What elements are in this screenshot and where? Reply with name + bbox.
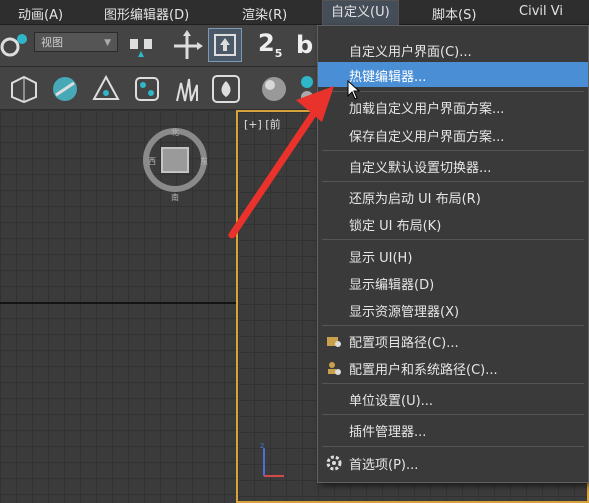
user-gear-icon: [328, 362, 341, 375]
menu-separator: [322, 181, 584, 182]
menu-item-label: 保存自定义用户界面方案...: [349, 130, 505, 145]
reference-coordinate-value: 视图: [41, 36, 63, 49]
material-balls-icon[interactable]: [298, 73, 316, 105]
snap-angle-icon[interactable]: b: [296, 31, 313, 59]
snaps-toggle-label: 2: [258, 29, 275, 57]
svg-text:北: 北: [171, 128, 179, 137]
select-link-icon[interactable]: [0, 31, 30, 59]
keyboard-shortcut-override-button[interactable]: [208, 28, 242, 62]
menu-item-show-ui[interactable]: 显示 UI(H): [318, 243, 588, 268]
menu-item-project-paths[interactable]: 配置项目路径(C)...: [318, 328, 588, 353]
menu-separator: [322, 414, 584, 415]
svg-text:z: z: [260, 442, 264, 450]
menu-item-units-setup[interactable]: 单位设置(U)...: [318, 386, 588, 411]
menu-item-plugin-manager[interactable]: 插件管理器...: [318, 417, 588, 442]
menu-item-label: 自定义默认设置切换器...: [349, 161, 492, 176]
svg-text:东: 东: [200, 156, 208, 166]
menu-item-label: 加载自定义用户界面方案...: [349, 102, 505, 117]
menu-separator: [322, 446, 584, 447]
menu-bar: 动画(A) 图形编辑器(D) 渲染(R) 自定义(U) 脚本(S) Civil …: [0, 0, 589, 25]
menu-item-user-system-paths[interactable]: 配置用户和系统路径(C)...: [318, 355, 588, 380]
snaps-toggle-button[interactable]: 25: [258, 29, 282, 60]
menu-item-revert-startup-layout[interactable]: 还原为启动 UI 布局(R): [318, 184, 588, 209]
menu-item-lock-ui-layout[interactable]: 锁定 UI 布局(K): [318, 211, 588, 236]
select-manipulate-icon[interactable]: [170, 29, 204, 63]
menu-item-label: 首选项(P)...: [349, 458, 419, 473]
svg-text:南: 南: [171, 192, 179, 202]
chevron-down-icon: ▼: [104, 38, 111, 48]
reference-coordinate-select[interactable]: 视图 ▼: [34, 32, 118, 52]
menu-item-label: 配置用户和系统路径(C)...: [349, 363, 498, 378]
keyboard-shortcut-override-icon: [214, 34, 236, 56]
menu-item-label: 显示编辑器(D): [349, 278, 435, 293]
gear-icon: [326, 455, 342, 471]
material-editor-sphere-icon[interactable]: [260, 75, 288, 103]
menu-item-label: 插件管理器...: [349, 425, 427, 440]
menu-item-show-editor[interactable]: 显示编辑器(D): [318, 270, 588, 295]
menu-item-label: 显示 UI(H): [349, 251, 413, 266]
menu-separator: [322, 150, 584, 151]
menu-item-preferences[interactable]: 首选项(P)...: [318, 450, 588, 475]
snaps-toggle-sub: 5: [274, 46, 283, 60]
cube-icon[interactable]: [10, 75, 38, 103]
menu-item-label: 还原为启动 UI 布局(R): [349, 192, 481, 207]
viewcube-icon[interactable]: 北 西 东 南: [138, 120, 216, 210]
menu-separator: [322, 325, 584, 326]
material-sphere-icon[interactable]: [51, 75, 79, 103]
environment-grass-icon[interactable]: [173, 75, 201, 103]
render-setup-icon[interactable]: [92, 75, 120, 103]
menu-item-label: 显示资源管理器(X): [349, 305, 460, 320]
menu-separator: [322, 383, 584, 384]
menu-customize[interactable]: 自定义(U): [322, 0, 399, 25]
menu-item-defaults-switcher[interactable]: 自定义默认设置切换器...: [318, 153, 588, 178]
viewport-label[interactable]: [+] [前: [244, 116, 281, 132]
menu-item-label: 单位设置(U)...: [349, 394, 434, 409]
axis-tripod-icon: z: [260, 442, 284, 477]
menu-item-label: 自定义用户界面(C)...: [349, 45, 472, 60]
folder-gear-icon: [327, 337, 341, 347]
pivot-center-icon[interactable]: [126, 31, 160, 59]
render-production-icon[interactable]: [210, 73, 242, 105]
viewport-left[interactable]: 北 西 东 南: [0, 110, 236, 503]
menu-animation[interactable]: 动画(A): [18, 4, 63, 23]
svg-text:西: 西: [148, 157, 156, 166]
menu-scripting[interactable]: 脚本(S): [432, 4, 476, 23]
menu-rendering[interactable]: 渲染(R): [242, 4, 287, 23]
menu-item-customize-ui[interactable]: 自定义用户界面(C)...: [318, 37, 588, 62]
menu-item-label: 锁定 UI 布局(K): [349, 219, 442, 234]
menu-item-label: 配置项目路径(C)...: [349, 336, 459, 351]
menu-civil-view[interactable]: Civil Vi: [519, 4, 563, 19]
menu-item-show-explorer[interactable]: 显示资源管理器(X): [318, 297, 588, 322]
menu-separator: [322, 91, 584, 92]
menu-graph-editors[interactable]: 图形编辑器(D): [104, 4, 189, 23]
mouse-cursor-icon: [347, 80, 361, 100]
menu-item-save-ui-scheme[interactable]: 保存自定义用户界面方案...: [318, 122, 588, 147]
grid-axis-line: [0, 302, 236, 304]
menu-separator: [322, 239, 584, 240]
render-frame-icon[interactable]: [133, 75, 161, 103]
